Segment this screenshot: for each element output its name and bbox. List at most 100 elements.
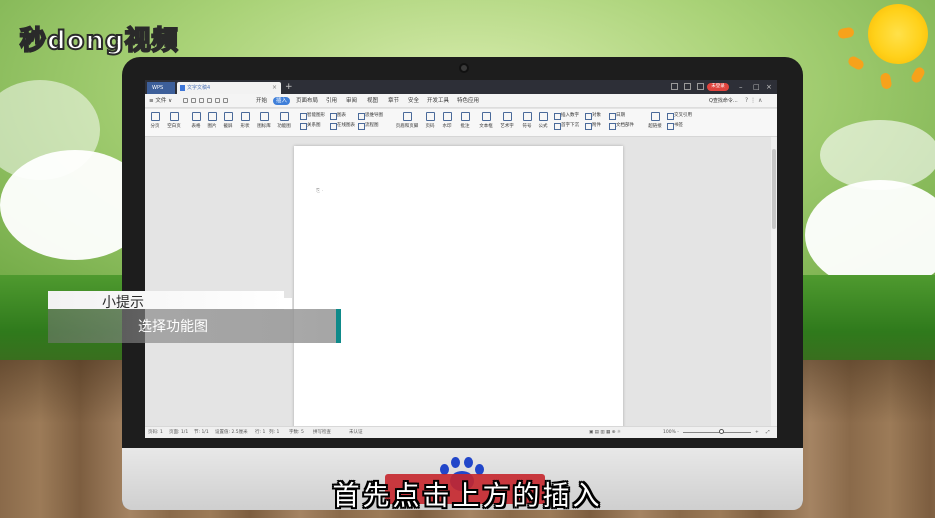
redo-icon[interactable] [223, 98, 228, 103]
mind-map-button[interactable]: 思维导图 [358, 112, 383, 120]
menu-bar: ≡ 文件 ∨ 开始 插入 页面布局 引用 审阅 视图 章节 安全 开发工具 特色… [145, 94, 777, 108]
relation-chart-button[interactable]: 关系图 [300, 122, 321, 130]
save-icon[interactable] [183, 98, 188, 103]
table-button[interactable]: 表格 [190, 109, 202, 129]
document-verify[interactable]: 未认证 [349, 427, 363, 438]
tip-body: 选择功能图 [138, 319, 208, 335]
view-mode-icons[interactable]: ▣ ▤ ▥ ▦ ⊕ ☼ [589, 427, 621, 438]
page-break-button[interactable]: 分页 [148, 109, 162, 129]
doc-parts-button[interactable]: 文档部件 [609, 122, 634, 130]
document-canvas: ⎘ · [145, 137, 771, 431]
help-icon[interactable]: ? ⋮ ∧ [745, 97, 762, 104]
status-position: 设置值: 2.5厘米 [215, 430, 248, 435]
export-pdf-icon[interactable] [191, 98, 196, 103]
close-window-icon[interactable]: × [766, 82, 772, 92]
status-page-number: 页码: 1 [148, 430, 163, 435]
page-number-button[interactable]: 页码 [423, 109, 437, 129]
tab-view[interactable]: 视图 [364, 97, 381, 105]
picture-button[interactable]: 图片 [206, 109, 218, 129]
header-footer-button[interactable]: 页眉和页脚 [395, 109, 419, 129]
tab-review[interactable]: 审阅 [343, 97, 360, 105]
channel-logo: 秒dong视频 [19, 25, 179, 57]
minimize-icon[interactable]: – [739, 82, 743, 92]
background-cloud [820, 120, 935, 190]
status-pages: 页面: 1/1 [169, 430, 189, 435]
page-number-icon [425, 112, 435, 121]
status-word-count[interactable]: 字数: 5 [289, 427, 304, 438]
vertical-scrollbar[interactable] [771, 137, 777, 426]
attachment-button[interactable]: 附件 [585, 122, 601, 130]
status-bar: 页码: 1 页面: 1/1 节: 1/1 设置值: 2.5厘米 行: 1 列: … [145, 426, 777, 438]
drop-cap-button[interactable]: 首字下沉 [554, 122, 579, 130]
shape-button[interactable]: 形状 [239, 109, 251, 129]
bookmark-button[interactable]: 书签 [667, 122, 683, 130]
smart-art-button[interactable]: 智能图形 [300, 112, 325, 120]
cross-reference-button[interactable]: 交叉引用 [667, 112, 692, 120]
blank-page-button[interactable]: 空白页 [165, 109, 183, 129]
header-footer-icon [402, 112, 412, 121]
new-tab-button[interactable]: + [285, 80, 293, 94]
login-button[interactable]: 未登录 [707, 83, 729, 91]
screenshot-button[interactable]: 截屏 [222, 109, 234, 129]
close-tab-icon[interactable]: × [272, 82, 277, 94]
print-icon[interactable] [199, 98, 204, 103]
date-button[interactable]: 日期 [609, 112, 625, 120]
picture-icon [207, 112, 217, 121]
message-icon[interactable] [684, 83, 691, 90]
spell-check-toggle[interactable]: 拼写检查 [313, 427, 331, 438]
tab-chapter[interactable]: 章节 [385, 97, 402, 105]
print-preview-icon[interactable] [207, 98, 212, 103]
tab-wps-home[interactable]: WPS [147, 82, 175, 94]
tab-insert[interactable]: 插入 [273, 97, 291, 105]
fit-window-icon[interactable]: ⤢ [766, 427, 770, 438]
tab-featured[interactable]: 特色应用 [454, 97, 482, 105]
formula-button[interactable]: 公式 [537, 109, 549, 129]
online-chart-button[interactable]: 在线图表 [330, 122, 355, 130]
table-icon [191, 112, 201, 121]
tip-accent-bar [336, 309, 341, 343]
icon-library-button[interactable]: 图标库 [256, 109, 272, 129]
video-subtitle: 首先点击上方的插入 [332, 481, 603, 512]
tab-security[interactable]: 安全 [405, 97, 422, 105]
status-column: 列: 1 [269, 430, 280, 435]
comment-icon [460, 112, 470, 121]
watermark-button[interactable]: 水印 [440, 109, 454, 129]
document-page[interactable]: ⎘ · [294, 146, 623, 431]
insert-ribbon: 分页 空白页 表格 图片 截屏 形状 图标库 功能图 智能图形 关系图 图表 在… [145, 109, 777, 137]
zoom-slider[interactable] [683, 432, 751, 433]
tab-page-layout[interactable]: 页面布局 [293, 97, 321, 105]
zoom-level[interactable]: 100% - [663, 427, 679, 438]
zoom-slider-handle[interactable] [719, 429, 724, 434]
command-search[interactable]: Q查找命令... [709, 94, 738, 108]
chart-button[interactable]: 图表 [330, 112, 346, 120]
wps-writer-window: WPS 文字文稿4 × + 未登录 – □ × ≡ 文件 ∨ 开始 插入 页面布… [145, 80, 777, 438]
file-menu[interactable]: ≡ 文件 ∨ [149, 94, 172, 108]
scrollbar-thumb[interactable] [772, 149, 776, 229]
text-box-button[interactable]: 文本框 [478, 109, 494, 129]
object-button[interactable]: 对象 [585, 112, 601, 120]
maximize-icon[interactable]: □ [753, 82, 760, 92]
paragraph-mark-icon: ⎘ · [316, 188, 324, 194]
tab-document[interactable]: 文字文稿4 × [177, 82, 281, 94]
zoom-in-icon[interactable]: + [755, 427, 759, 438]
status-row: 行: 1 [255, 430, 266, 435]
tab-references[interactable]: 引用 [323, 97, 340, 105]
insert-number-button[interactable]: 插入数字 [554, 112, 579, 120]
hyperlink-button[interactable]: 超链接 [647, 109, 663, 129]
quick-access-toolbar [183, 98, 228, 103]
word-art-button[interactable]: 艺术字 [499, 109, 515, 129]
lock-icon[interactable] [697, 83, 704, 90]
tab-developer[interactable]: 开发工具 [424, 97, 452, 105]
function-chart-button[interactable]: 功能图 [276, 109, 292, 129]
flowchart-button[interactable]: 流程图 [358, 122, 379, 130]
skin-icon[interactable] [671, 83, 678, 90]
tab-document-label: 文字文稿4 [187, 85, 211, 91]
omega-icon [522, 112, 532, 121]
comment-button[interactable]: 批注 [459, 109, 471, 129]
tab-home[interactable]: 开始 [253, 97, 270, 105]
status-section: 节: 1/1 [194, 430, 209, 435]
document-icon [180, 85, 185, 91]
undo-icon[interactable] [215, 98, 220, 103]
icon-library-icon [259, 112, 269, 121]
symbol-button[interactable]: 符号 [521, 109, 533, 129]
